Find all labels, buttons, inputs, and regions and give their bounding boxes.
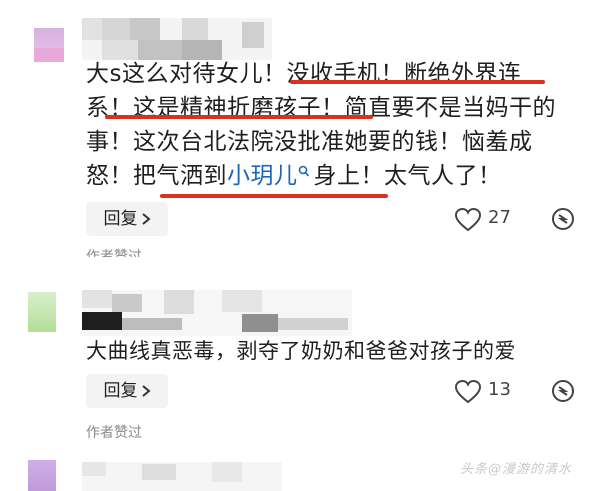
chevron-right-icon: [141, 213, 151, 225]
avatar[interactable]: [28, 292, 56, 332]
highlight-underline: [160, 194, 388, 198]
avatar[interactable]: [34, 28, 64, 62]
highlight-underline: [105, 115, 373, 119]
comment-text: 大曲线真恶毒，剥夺了奶奶和爸爸对孩子的爱: [86, 339, 516, 363]
author-liked-label: 作者赞过: [86, 249, 142, 265]
comment-text: 怒！把气洒到: [86, 163, 227, 189]
username-mosaic[interactable]: [82, 290, 352, 336]
author-liked-label: 作者赞过: [86, 425, 142, 441]
mention-link[interactable]: 小玥儿: [227, 163, 298, 189]
like-count: 13: [488, 379, 511, 400]
comment-text: 身上！太气人了！: [313, 163, 502, 189]
reply-label: 回复: [103, 381, 138, 401]
comment-text-line-4: 怒！把气洒到小玥儿 身上！太气人了！: [86, 162, 502, 190]
username-mosaic[interactable]: [82, 18, 272, 60]
reply-button[interactable]: 回复: [86, 202, 168, 236]
like-count: 27: [488, 207, 511, 228]
share-icon[interactable]: [551, 207, 575, 231]
reply-button[interactable]: 回复: [86, 374, 168, 408]
highlight-underline: [290, 80, 545, 84]
avatar[interactable]: [28, 460, 56, 491]
reply-label: 回复: [103, 209, 138, 229]
chevron-right-icon: [141, 385, 151, 397]
heart-icon[interactable]: [455, 208, 481, 232]
watermark: 头条@漫游的清水: [460, 462, 573, 477]
share-icon[interactable]: [551, 379, 575, 403]
heart-icon[interactable]: [455, 380, 481, 404]
search-icon: [298, 165, 309, 177]
comment-text-line-3: 事！这次台北法院没批准她要的钱！恼羞成: [86, 129, 533, 155]
username-mosaic[interactable]: [82, 462, 282, 491]
